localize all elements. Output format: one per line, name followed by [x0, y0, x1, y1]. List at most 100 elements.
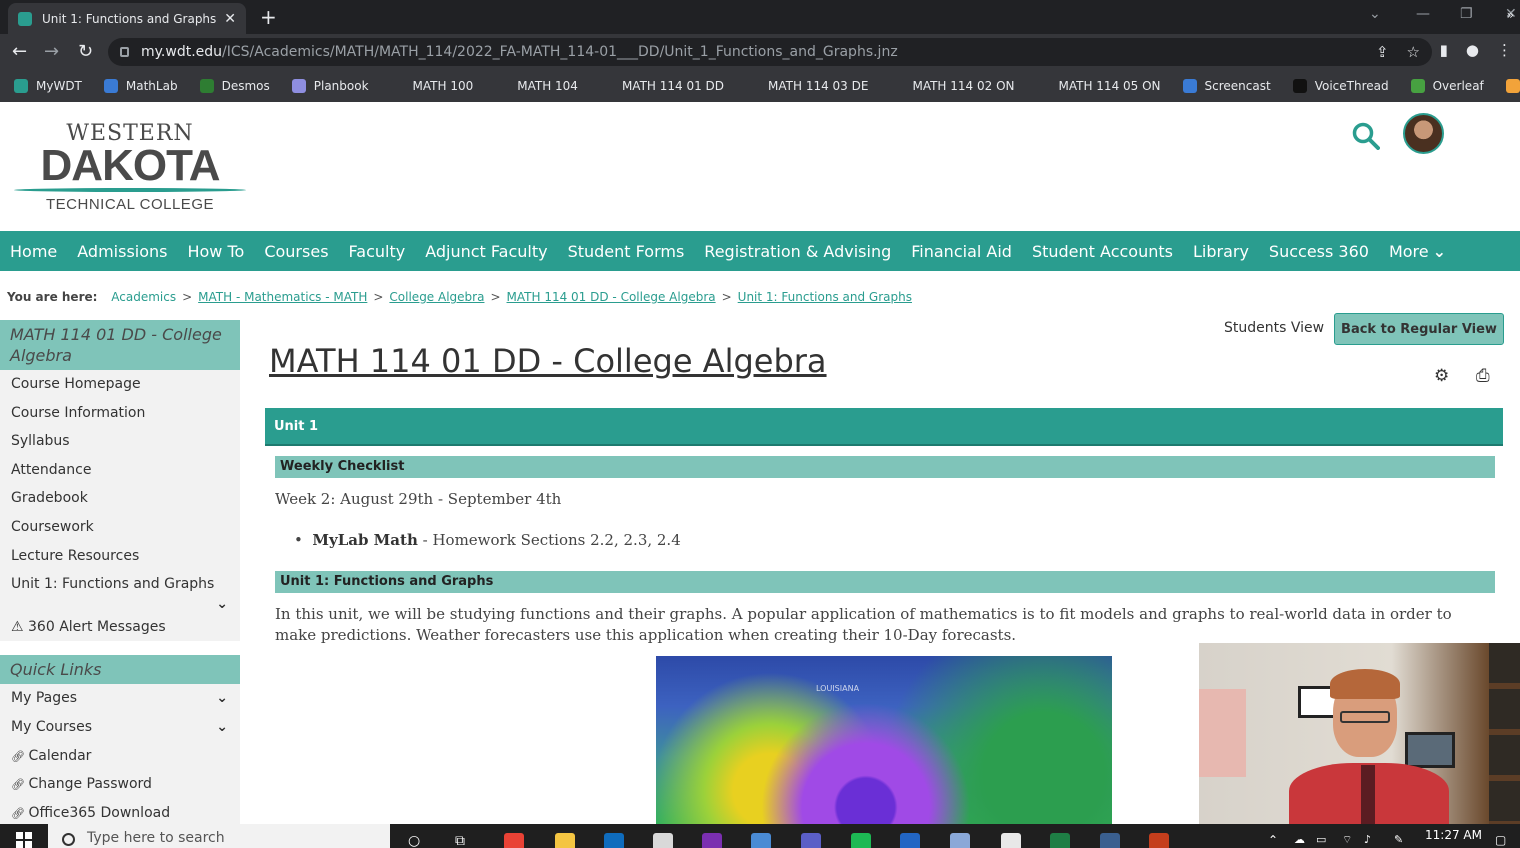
sidebar-course-heading[interactable]: MATH 114 01 DD - College Algebra [0, 320, 240, 370]
bookmark-desmos[interactable]: Desmos [199, 79, 270, 93]
sidebar-item-course-homepage[interactable]: Course Homepage [0, 370, 240, 399]
paint-app-icon[interactable] [653, 833, 673, 848]
quick-link-my-pages[interactable]: My Pages ⌄ [0, 684, 240, 713]
quick-link-calendar[interactable]: 🔗︎ Calendar [0, 742, 240, 771]
taskbar-search-box[interactable]: Type here to search [48, 824, 390, 848]
pen-icon[interactable]: ✎ [1394, 833, 1403, 846]
wifi-icon[interactable]: ⌔ [1342, 833, 1352, 847]
forward-icon[interactable]: → [44, 41, 59, 62]
chevron-down-icon[interactable]: ⌄ [1433, 242, 1446, 261]
bookmark-overleaf[interactable]: Overleaf [1410, 79, 1484, 93]
excel-app-icon[interactable] [1050, 833, 1070, 848]
bookmark-screencast[interactable]: Screencast [1182, 79, 1271, 93]
nav-item-success-360[interactable]: Success 360 [1269, 242, 1369, 261]
restore-icon[interactable]: ❐ [1460, 6, 1473, 22]
breadcrumb-link-college-algebra[interactable]: College Algebra [389, 290, 484, 304]
bookmark-planbook[interactable]: Planbook [291, 79, 369, 93]
sidebar-item-alert-messages[interactable]: ⚠ 360 Alert Messages [0, 613, 240, 642]
spotify-app-icon[interactable] [851, 833, 871, 848]
print-icon[interactable]: ⎙ [1476, 366, 1490, 386]
profile-icon[interactable]: ● [1466, 41, 1479, 59]
bookmark-spol[interactable]: SPOL! [1505, 79, 1520, 93]
nav-item-faculty[interactable]: Faculty [349, 242, 406, 261]
bookmark-star-icon[interactable]: ☆ [1407, 43, 1420, 61]
browser-tab-active[interactable]: Unit 1: Functions and Graphs | M ✕ [8, 3, 246, 34]
url-omnibox[interactable]: my.wdt.edu /ICS/Academics/MATH/MATH_114/… [108, 38, 1432, 66]
task-view-icon[interactable]: ⧉ [455, 833, 465, 848]
onedrive-icon[interactable]: ☁ [1294, 833, 1305, 846]
chevron-down-icon[interactable]: ⌄ [216, 713, 228, 741]
nav-item-home[interactable]: Home [10, 242, 57, 261]
nav-item-how-to[interactable]: How To [187, 242, 244, 261]
college-logo[interactable]: WESTERN DAKOTA TECHNICAL COLLEGE [14, 122, 246, 218]
windows-start-icon[interactable] [16, 832, 32, 848]
menu-kebab-icon[interactable]: ⋮ [1497, 41, 1512, 59]
bookmark-mywdt[interactable]: MyWDT [14, 79, 82, 93]
breadcrumb-link-academics[interactable]: Academics [111, 290, 176, 304]
mail-app-icon[interactable] [900, 833, 920, 848]
bookmark-math-114-02-on[interactable]: MATH 114 02 ON [890, 79, 1015, 93]
notifications-icon[interactable]: ▢ [1495, 833, 1506, 847]
sidebar-item-unit-1-functions-and-graphs[interactable]: Unit 1: Functions and Graphs [0, 570, 240, 599]
file-explorer-app-icon[interactable] [555, 833, 575, 848]
minimize-icon[interactable]: — [1416, 6, 1430, 22]
new-tab-button[interactable]: + [260, 5, 277, 29]
nav-item-adjunct-faculty[interactable]: Adjunct Faculty [425, 242, 547, 261]
bookmarks-overflow-icon[interactable]: » [1507, 8, 1514, 22]
sidebar-item-attendance[interactable]: Attendance [0, 456, 240, 485]
bookmark-math-114-05-on[interactable]: MATH 114 05 ON [1036, 79, 1161, 93]
reload-icon[interactable]: ↻ [78, 41, 93, 62]
sidebar-item-course-information[interactable]: Course Information [0, 399, 240, 428]
user-avatar[interactable] [1403, 113, 1444, 154]
taskbar-clock[interactable]: 11:27 AM [1425, 828, 1482, 842]
tab-search-chevron-icon[interactable]: ⌄ [1369, 6, 1381, 22]
sidebar-item-syllabus[interactable]: Syllabus [0, 427, 240, 456]
sidebar-expand-row[interactable]: ⌄ [0, 597, 240, 613]
screencast-app-icon[interactable] [1100, 833, 1120, 848]
nav-item-more[interactable]: More [1389, 242, 1429, 261]
back-icon[interactable]: ← [12, 41, 27, 62]
powerpoint-app-icon[interactable] [1149, 833, 1169, 848]
bookmark-math-100[interactable]: MATH 100 [390, 79, 473, 93]
back-to-regular-view-button[interactable]: Back to Regular View [1334, 313, 1504, 345]
cortana-icon[interactable]: ○ [408, 833, 420, 848]
outlook-app-icon[interactable] [604, 833, 624, 848]
breadcrumb-link-math-114-01-dd-college-algebra[interactable]: MATH 114 01 DD - College Algebra [507, 290, 716, 304]
breadcrumb-link-unit-1-functions-and-graphs[interactable]: Unit 1: Functions and Graphs [738, 290, 912, 304]
onenote-app-icon[interactable] [702, 833, 722, 848]
bookmark-math-104[interactable]: MATH 104 [495, 79, 578, 93]
tab-close-icon[interactable]: ✕ [224, 11, 236, 27]
tray-chevron-icon[interactable]: ⌃ [1268, 833, 1278, 847]
sidebar-item-gradebook[interactable]: Gradebook [0, 484, 240, 513]
nav-item-courses[interactable]: Courses [264, 242, 328, 261]
nav-item-library[interactable]: Library [1193, 242, 1249, 261]
teams-app-icon[interactable] [801, 833, 821, 848]
edge-app-icon[interactable] [751, 833, 771, 848]
battery-icon[interactable]: ▭ [1316, 833, 1326, 846]
quick-link-my-courses[interactable]: My Courses ⌄ [0, 713, 240, 742]
share-icon[interactable]: ⇪ [1376, 43, 1389, 61]
breadcrumb-link-math-mathematics-math[interactable]: MATH - Mathematics - MATH [198, 290, 367, 304]
search-icon[interactable] [1352, 122, 1380, 150]
notepad-app-icon[interactable] [1001, 833, 1021, 848]
nav-item-student-forms[interactable]: Student Forms [568, 242, 685, 261]
bookmark-math-114-03-de[interactable]: MATH 114 03 DE [746, 79, 868, 93]
nav-item-financial-aid[interactable]: Financial Aid [911, 242, 1012, 261]
gear-icon[interactable]: ⚙ [1434, 366, 1449, 386]
nav-item-student-accounts[interactable]: Student Accounts [1032, 242, 1173, 261]
nav-item-registration-advising[interactable]: Registration & Advising [704, 242, 891, 261]
quick-link-change-password[interactable]: 🔗︎ Change Password [0, 770, 240, 799]
volume-icon[interactable]: ♪ [1364, 833, 1371, 846]
side-panel-icon[interactable]: ▮ [1440, 41, 1448, 59]
chevron-down-icon[interactable]: ⌄ [216, 597, 228, 611]
sidebar-item-coursework[interactable]: Coursework [0, 513, 240, 542]
chrome-app-icon[interactable] [504, 833, 524, 848]
page-title[interactable]: MATH 114 01 DD - College Algebra [269, 342, 827, 380]
bookmark-mathlab[interactable]: MathLab [103, 79, 178, 93]
sidebar-item-lecture-resources[interactable]: Lecture Resources [0, 542, 240, 571]
r-app-icon[interactable] [950, 833, 970, 848]
nav-item-admissions[interactable]: Admissions [77, 242, 167, 261]
bookmark-voicethread[interactable]: VoiceThread [1292, 79, 1389, 93]
bookmark-math-114-01-dd[interactable]: MATH 114 01 DD [599, 79, 724, 93]
chevron-down-icon[interactable]: ⌄ [216, 684, 228, 712]
